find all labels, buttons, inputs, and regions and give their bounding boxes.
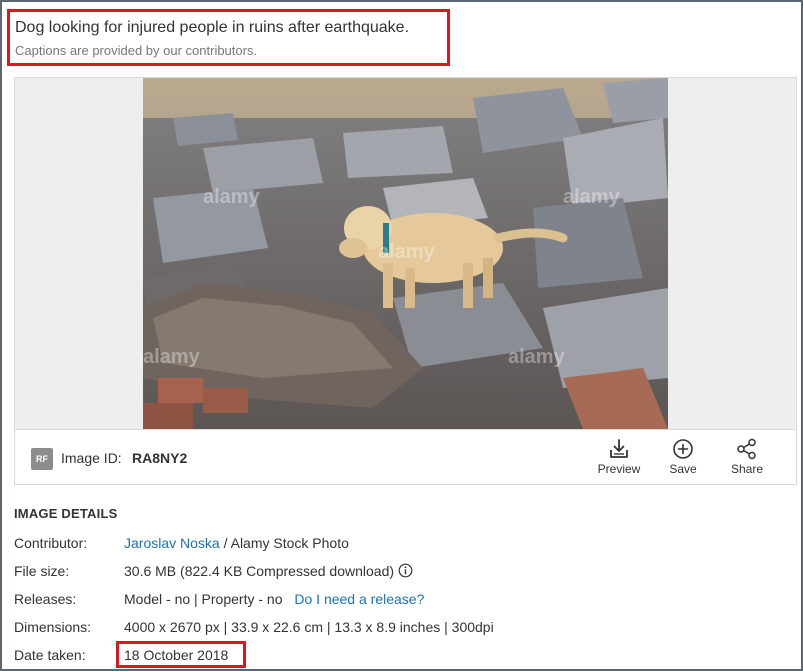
date-highlight [116, 641, 246, 668]
contributor-row: Contributor: Jaroslav Noska / Alamy Stoc… [14, 533, 774, 553]
dimensions-row: Dimensions: 4000 x 2670 px | 33.9 x 22.6… [14, 617, 774, 637]
contributor-link[interactable]: Jaroslav Noska [124, 535, 220, 551]
contributor-value: Jaroslav Noska / Alamy Stock Photo [124, 533, 349, 553]
watermark-2: alamy [378, 241, 436, 263]
image-id-value: RA8NY2 [132, 450, 188, 466]
date-label: Date taken: [14, 647, 86, 663]
contributor-label: Contributor: [14, 535, 88, 551]
share-button[interactable]: Share [717, 438, 777, 476]
watermark-1: alamy [203, 186, 261, 208]
download-icon [610, 439, 628, 458]
preview-button[interactable]: Preview [589, 438, 649, 476]
stock-photo[interactable]: alamy alamy alamy alamy alamy [143, 78, 668, 429]
watermark-4: alamy [143, 346, 201, 368]
releases-value: Model - no | Property - no [124, 591, 287, 607]
filesize-value-wrap: 30.6 MB (822.4 KB Compressed download) [124, 561, 413, 581]
dimensions-label: Dimensions: [14, 619, 92, 635]
releases-label: Releases: [14, 591, 77, 607]
photo-illustration: alamy alamy alamy alamy alamy [143, 78, 668, 429]
image-toolbar: RF Image ID: RA8NY2 Preview Save Share [15, 429, 796, 484]
photo-area: alamy alamy alamy alamy alamy [15, 78, 796, 429]
filesize-label: File size: [14, 563, 70, 579]
share-icon [737, 438, 756, 460]
releases-value-wrap: Model - no | Property - no Do I need a r… [124, 589, 424, 609]
release-help-link[interactable]: Do I need a release? [294, 591, 424, 607]
preview-label: Preview [597, 462, 641, 476]
details-heading: IMAGE DETAILS [14, 506, 118, 521]
caption-note: Captions are provided by our contributor… [15, 43, 258, 58]
filesize-row: File size: 30.6 MB (822.4 KB Compressed … [14, 561, 774, 581]
save-label: Save [669, 462, 697, 476]
share-label: Share [730, 462, 764, 476]
image-id-label: Image ID: [61, 450, 122, 466]
watermark-3: alamy [563, 186, 621, 208]
filesize-value: 30.6 MB (822.4 KB Compressed download) [124, 563, 395, 579]
dimensions-value: 4000 x 2670 px | 33.9 x 22.6 cm | 13.3 x… [124, 619, 494, 635]
info-icon[interactable] [398, 563, 413, 578]
plus-circle-icon [673, 439, 693, 459]
watermark-5: alamy [508, 346, 566, 368]
image-details: IMAGE DETAILS [14, 506, 774, 521]
releases-row: Releases: Model - no | Property - no Do … [14, 589, 774, 609]
rf-badge: RF [31, 448, 53, 470]
save-button[interactable]: Save [653, 438, 713, 476]
contributor-suffix: / Alamy Stock Photo [219, 535, 349, 551]
caption-highlight: Dog looking for injured people in ruins … [7, 9, 450, 66]
photo-panel: alamy alamy alamy alamy alamy RF Image I… [14, 77, 797, 485]
image-caption: Dog looking for injured people in ruins … [15, 19, 410, 36]
